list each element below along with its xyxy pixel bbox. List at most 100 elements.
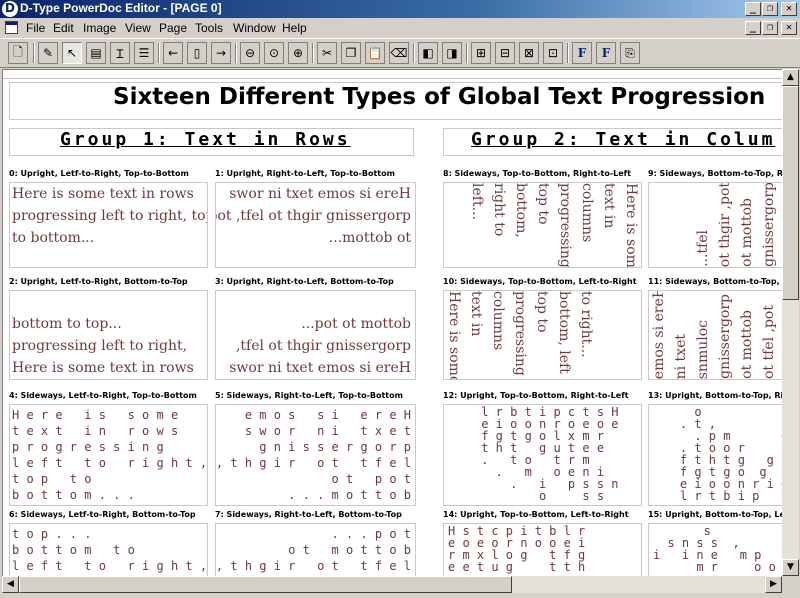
vertical-scroll-thumb[interactable] [782,86,799,300]
align-1-icon[interactable]: ⊞ [471,42,491,64]
horizontal-scroll-thumb[interactable] [19,576,512,593]
sample-15[interactable]: s s n s s , i i n e m p m r o o [648,523,782,576]
page-heading: Sixteen Different Types of Global Text P… [113,84,766,110]
sample-10[interactable]: Here is some text in columns progressing… [443,290,642,380]
caption-12: 12: Upright, Top-to-Bottom, Right-to-Lef… [443,391,629,400]
sample-column: ot thgir ,pot [717,182,733,267]
prev-page-icon[interactable]: ← [163,42,183,64]
sample-text-line: b o t t o m t o [12,543,135,557]
sample-9[interactable]: gnissergorp ot mottob ot thgir ,pot ...t… [648,182,782,268]
sample-column: left... [469,183,485,220]
pencil-icon[interactable]: ✎ [38,42,58,64]
font-paste-icon[interactable]: ⎘ [620,42,640,64]
toolbar-separator [235,43,237,63]
align-4-icon[interactable]: ⊡ [543,42,563,64]
scroll-left-icon[interactable]: ◀ [2,576,19,593]
toolbar-separator [466,43,468,63]
minimize-button[interactable]: _ [745,2,761,16]
zoom-icon[interactable]: ⊙ [264,42,284,64]
layer-front-icon[interactable]: ◨ [442,42,462,64]
align-3-icon[interactable]: ⊠ [519,42,539,64]
sample-text-line: Here is some text in rows [12,186,194,202]
new-page-icon[interactable]: 🗋 [8,42,28,64]
sample-column: gnissergorp [717,294,733,379]
sample-6[interactable]: t o p . . . b o t t o m t o l e f t t o … [9,523,208,576]
next-page-icon[interactable]: → [211,42,231,64]
font-icon[interactable]: F [572,42,592,64]
sample-0[interactable]: Here is some text in rows progressing le… [9,182,208,268]
sample-text-line: progressing left to right, top [12,208,208,224]
app-window: D-Type PowerDoc Editor - [PAGE 0] _ ❐ ✕ … [0,0,800,598]
sample-text-line: ,tfel ot thgir gnissergorp [235,338,411,354]
sample-column: text in [468,291,484,337]
sample-7[interactable]: . . . p o t o t m o t t o b , t h g i r … [215,523,416,576]
toolbar: 🗋 ✎ ↖ ▤ Ɪ ☰ ← ▯ → ⊖ ⊙ ⊕ ✂ ❐ 📋 ⌫ ◧ ◨ ⊞ ⊟ … [0,38,800,68]
eraser-icon[interactable]: ⌫ [389,42,409,64]
sample-text-line: e e t u g t t h [448,560,586,574]
app-logo-icon[interactable] [2,1,18,17]
sample-column: progressing [512,291,528,376]
caption-1: 1: Upright, Right-to-Left, Top-to-Bottom [215,169,395,178]
sample-3[interactable]: ...pot ot mottob ,tfel ot thgir gnisserg… [215,290,416,380]
menu-bar: File Edit Image View Page Tools Window H… [0,18,800,38]
scroll-right-icon[interactable]: ▶ [765,576,782,593]
menu-view[interactable]: View [125,21,151,35]
sample-text-line: o t m o t t o b [288,543,411,557]
sample-text-line: l e f t t o r i g h t , [12,456,208,470]
zoom-out-icon[interactable]: ⊖ [240,42,260,64]
menu-window[interactable]: Window [233,21,276,35]
sample-4[interactable]: H e r e i s s o m e t e x t i n r o w s … [9,404,208,506]
menu-edit[interactable]: Edit [53,21,74,35]
properties-icon[interactable]: ▤ [86,42,106,64]
document-menu-icon[interactable] [5,21,18,34]
layer-back-icon[interactable]: ◧ [418,42,438,64]
vertical-scrollbar[interactable]: ▲ ▼ [782,69,799,576]
page-icon[interactable]: ▯ [187,42,207,64]
menu-page[interactable]: Page [159,21,187,35]
scroll-up-icon[interactable]: ▲ [782,69,799,86]
horizontal-scrollbar[interactable]: ◀ ▶ [2,576,782,593]
title-bar[interactable]: D-Type PowerDoc Editor - [PAGE 0] _ ❐ ✕ [0,0,800,18]
paste-icon[interactable]: 📋 [365,42,385,64]
sample-5[interactable]: e m o s s i e r e H s w o r n i t x e t … [215,404,416,506]
toolbar-separator [158,43,160,63]
sample-column: Here is some [446,291,462,380]
mdi-close-button[interactable]: ✕ [781,21,797,35]
sample-14[interactable]: H s t c p i t b l r e o e o r n o o e i … [443,523,642,576]
restore-button[interactable]: ❐ [762,2,778,16]
caption-4: 4: Sideways, Letf-to-Right, Top-to-Botto… [9,391,197,400]
text-cursor-icon[interactable]: Ɪ [110,42,130,64]
menu-tools[interactable]: Tools [195,21,223,35]
sample-column: ...tfel [695,230,711,267]
sample-12[interactable]: l r b t i p c t s H e i o o n r o e o e … [443,404,642,506]
caption-14: 14: Upright, Top-to-Bottom, Left-to-Righ… [443,510,629,519]
mdi-minimize-button[interactable]: _ [745,21,761,35]
group1-title: Group 1: Text in Rows [60,129,351,150]
copy-icon[interactable]: ❐ [341,42,361,64]
sample-text-line: b o t t o m . . . [12,488,135,502]
sample-8[interactable]: Here is some text in columns progressing… [443,182,642,268]
sample-11[interactable]: emos si ereH ni txet snmuloc gnissergorp… [648,290,782,380]
caption-9: 9: Sideways, Bottom-to-Top, Right-to [648,169,782,178]
zoom-in-icon[interactable]: ⊕ [288,42,308,64]
sample-2[interactable]: bottom to top... progressing left to rig… [9,290,208,380]
sample-text-line: g n i s s e r g o r p [259,440,411,454]
close-button[interactable]: ✕ [781,2,797,16]
sample-column: ot mottob [739,310,755,379]
sample-1[interactable]: swor ni txet emos si ereH pot ,tfel ot t… [215,182,416,268]
caption-0: 0: Upright, Letf-to-Right, Top-to-Bottom [9,169,189,178]
menu-file[interactable]: File [26,21,45,35]
mdi-restore-button[interactable]: ❐ [762,21,778,35]
scroll-down-icon[interactable]: ▼ [782,559,799,576]
cut-icon[interactable]: ✂ [317,42,337,64]
document-canvas[interactable]: Sixteen Different Types of Global Text P… [2,69,782,576]
group2-title: Group 2: Text in Colum [471,129,776,150]
sample-column: emos si ereH [651,290,667,379]
font-format-icon[interactable]: F [596,42,616,64]
pointer-icon[interactable]: ↖ [62,42,82,64]
sample-13[interactable]: o s . t , s . p m e . t o o r r f t h t … [648,404,782,506]
menu-help[interactable]: Help [282,21,307,35]
align-2-icon[interactable]: ⊟ [495,42,515,64]
menu-image[interactable]: Image [83,21,116,35]
list-icon[interactable]: ☰ [134,42,154,64]
